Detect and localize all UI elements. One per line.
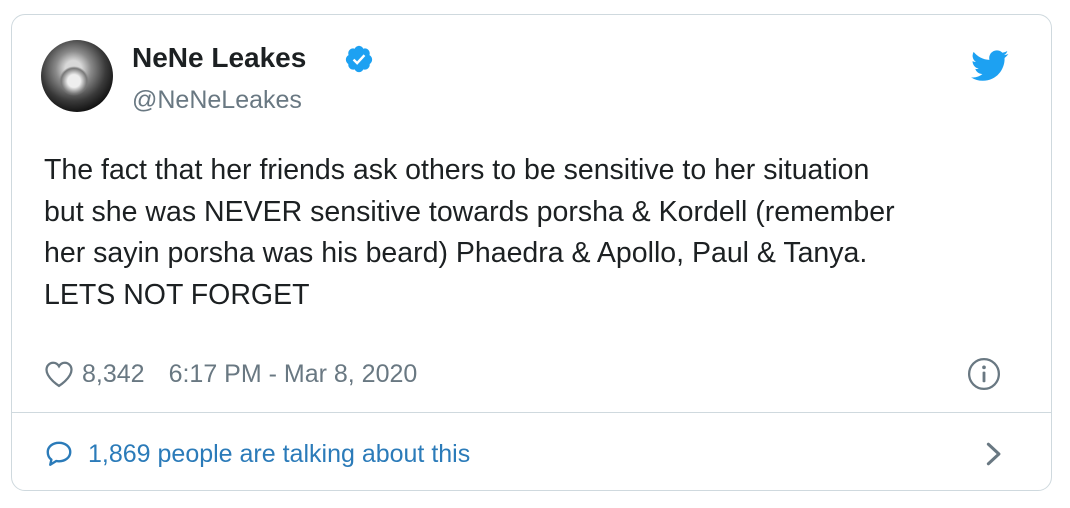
conversation-text[interactable]: 1,869 people are talking about this [88,440,470,469]
info-icon[interactable] [967,357,1001,391]
tweet-timestamp[interactable]: 6:17 PM - Mar 8, 2020 [169,360,418,389]
tweet-meta: 8,342 6:17 PM - Mar 8, 2020 [44,356,417,392]
tweet-text-line: but she was NEVER sensitive towards pors… [44,195,895,228]
author-handle[interactable]: @NeNeLeakes [132,86,302,115]
divider [11,412,1052,413]
avatar[interactable] [41,40,113,112]
like-count[interactable]: 8,342 [82,360,145,389]
conversation-link[interactable]: 1,869 people are talking about this [44,436,470,472]
author-name[interactable]: NeNe Leakes [132,42,306,74]
tweet-text-line: LETS NOT FORGET [44,278,310,311]
heart-icon[interactable] [44,360,74,388]
tweet-text-line: her sayin porsha was his beard) Phaedra … [44,237,868,269]
tweet-text-line: The fact that her friends ask others to … [44,154,870,186]
twitter-bird-icon[interactable] [971,50,1009,82]
verified-badge-icon [345,45,373,73]
tweet-text: The fact that her friends ask others to … [44,150,1034,316]
speech-bubble-icon [46,441,72,466]
chevron-right-icon[interactable] [984,440,1004,468]
